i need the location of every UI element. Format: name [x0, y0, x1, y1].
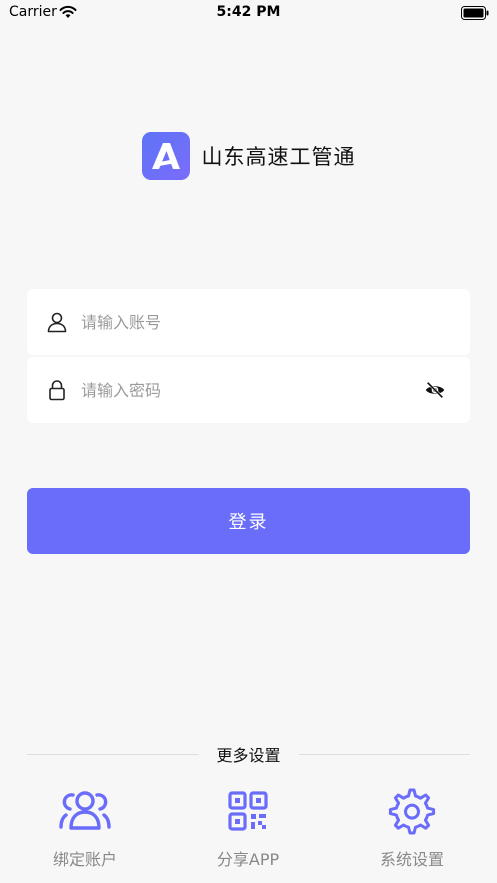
app-name: 山东高速工管通	[201, 145, 356, 169]
users-icon	[59, 791, 111, 830]
more-settings-header: 更多设置	[27, 742, 471, 766]
divider-left	[27, 753, 199, 755]
share-app-button[interactable]: 分享APP	[183, 784, 313, 870]
login-screen: Carrier 5:42 PM 山东高速工管通 请输入账号 登录 更多设置 绑定…	[0, 0, 497, 883]
password-field	[27, 357, 470, 423]
clock: 5:42 PM	[216, 4, 281, 20]
gear-icon	[388, 788, 436, 835]
user-icon	[47, 312, 67, 333]
password-input[interactable]	[81, 375, 411, 405]
battery-icon	[461, 6, 489, 20]
bind-account-label: 绑定账户	[52, 850, 117, 869]
divider-right	[298, 753, 471, 755]
eye-off-icon[interactable]	[424, 379, 446, 401]
more-settings-title: 更多设置	[216, 746, 281, 765]
brand-header: 山东高速工管通	[0, 132, 497, 180]
app-logo-icon	[141, 132, 190, 180]
status-bar: Carrier 5:42 PM	[0, 0, 497, 26]
system-settings-button[interactable]: 系统设置	[347, 784, 477, 870]
lock-icon	[49, 380, 65, 401]
login-button[interactable]: 登录	[27, 488, 470, 554]
account-field	[27, 289, 470, 355]
share-app-label: 分享APP	[216, 850, 280, 869]
bind-account-button[interactable]: 绑定账户	[20, 784, 150, 870]
system-settings-label: 系统设置	[379, 850, 444, 869]
settings-row: 绑定账户 分享APP 系统设置	[0, 784, 497, 874]
qr-code-icon	[228, 791, 268, 831]
account-input[interactable]	[81, 307, 411, 337]
